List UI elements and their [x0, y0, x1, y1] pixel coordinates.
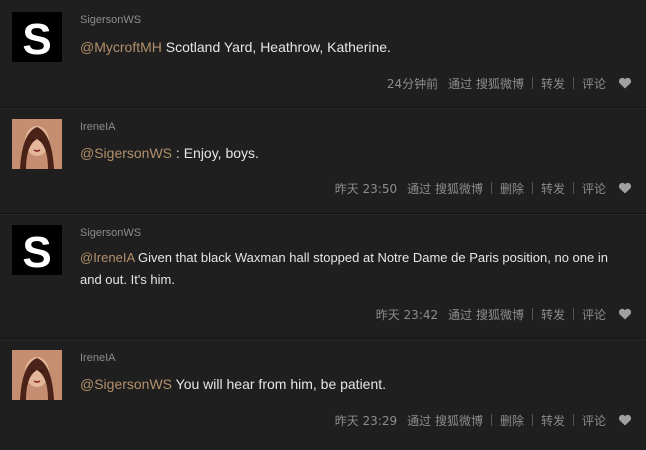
mention-link[interactable]: @SigersonWS: [80, 376, 172, 392]
repost-button[interactable]: 转发: [541, 412, 565, 429]
feed-post: IreneIA @SigersonWS You will hear from h…: [0, 338, 646, 450]
divider: [531, 414, 533, 426]
divider: [531, 182, 533, 194]
post-text: @MycroftMH Scotland Yard, Heathrow, Kath…: [80, 36, 632, 58]
comment-button[interactable]: 评论: [582, 306, 606, 323]
post-meta: 昨天 23:42 通过 搜狐微博 转发 评论: [376, 305, 632, 323]
post-body: You will hear from him, be patient.: [172, 376, 387, 392]
comment-button[interactable]: 评论: [582, 412, 606, 429]
s-logo-icon: S: [12, 12, 62, 62]
mention-link[interactable]: @SigersonWS: [80, 145, 172, 161]
author-name[interactable]: IreneIA: [80, 121, 115, 133]
post-meta: 昨天 23:50 通过 搜狐微博 删除 转发 评论: [335, 179, 632, 197]
author-name[interactable]: SigersonWS: [80, 14, 141, 26]
divider: [572, 182, 574, 194]
weibo-feed: S SigersonWS @MycroftMH Scotland Yard, H…: [0, 0, 646, 450]
divider: [490, 182, 492, 194]
divider: [572, 414, 574, 426]
s-logo-icon: S: [12, 225, 62, 275]
post-text: @SigersonWS : Enjoy, boys.: [80, 142, 632, 164]
heart-icon[interactable]: [618, 181, 632, 195]
comment-button[interactable]: 评论: [582, 75, 606, 92]
feed-post: IreneIA @SigersonWS : Enjoy, boys. 昨天 23…: [0, 107, 646, 214]
svg-text:S: S: [22, 228, 51, 275]
author-name[interactable]: SigersonWS: [80, 227, 141, 239]
author-name[interactable]: IreneIA: [80, 352, 115, 364]
divider: [531, 77, 533, 89]
post-meta: 24分钟前 通过 搜狐微博 转发 评论: [387, 74, 632, 92]
post-source[interactable]: 通过 搜狐微博: [448, 306, 524, 323]
post-source[interactable]: 通过 搜狐微博: [407, 180, 483, 197]
avatar[interactable]: S: [12, 225, 62, 275]
post-source[interactable]: 通过 搜狐微博: [407, 412, 483, 429]
avatar[interactable]: [12, 350, 62, 400]
avatar[interactable]: [12, 119, 62, 169]
heart-icon[interactable]: [618, 307, 632, 321]
mention-link[interactable]: @MycroftMH: [80, 39, 162, 55]
post-text: @IreneIA Given that black Waxman hall st…: [80, 247, 632, 291]
divider: [531, 308, 533, 320]
post-meta: 昨天 23:29 通过 搜狐微博 删除 转发 评论: [335, 411, 632, 429]
mention-link[interactable]: @IreneIA: [80, 250, 134, 265]
avatar[interactable]: S: [12, 12, 62, 62]
post-body: : Enjoy, boys.: [172, 145, 259, 161]
repost-button[interactable]: 转发: [541, 180, 565, 197]
post-body: Given that black Waxman hall stopped at …: [80, 250, 608, 287]
delete-button[interactable]: 删除: [500, 412, 524, 429]
feed-post: S SigersonWS @IreneIA Given that black W…: [0, 213, 646, 339]
feed-post: S SigersonWS @MycroftMH Scotland Yard, H…: [0, 0, 646, 108]
divider: [572, 77, 574, 89]
divider: [490, 414, 492, 426]
delete-button[interactable]: 删除: [500, 180, 524, 197]
repost-button[interactable]: 转发: [541, 75, 565, 92]
portrait-icon: [12, 119, 62, 169]
svg-text:S: S: [22, 15, 51, 62]
post-text: @SigersonWS You will hear from him, be p…: [80, 373, 632, 395]
post-time[interactable]: 24分钟前: [387, 75, 438, 92]
post-source[interactable]: 通过 搜狐微博: [448, 75, 524, 92]
heart-icon[interactable]: [618, 413, 632, 427]
post-time[interactable]: 昨天 23:50: [335, 180, 397, 197]
comment-button[interactable]: 评论: [582, 180, 606, 197]
portrait-icon: [12, 350, 62, 400]
post-body: Scotland Yard, Heathrow, Katherine.: [161, 39, 391, 55]
post-time[interactable]: 昨天 23:42: [376, 306, 438, 323]
repost-button[interactable]: 转发: [541, 306, 565, 323]
heart-icon[interactable]: [618, 76, 632, 90]
divider: [572, 308, 574, 320]
post-time[interactable]: 昨天 23:29: [335, 412, 397, 429]
